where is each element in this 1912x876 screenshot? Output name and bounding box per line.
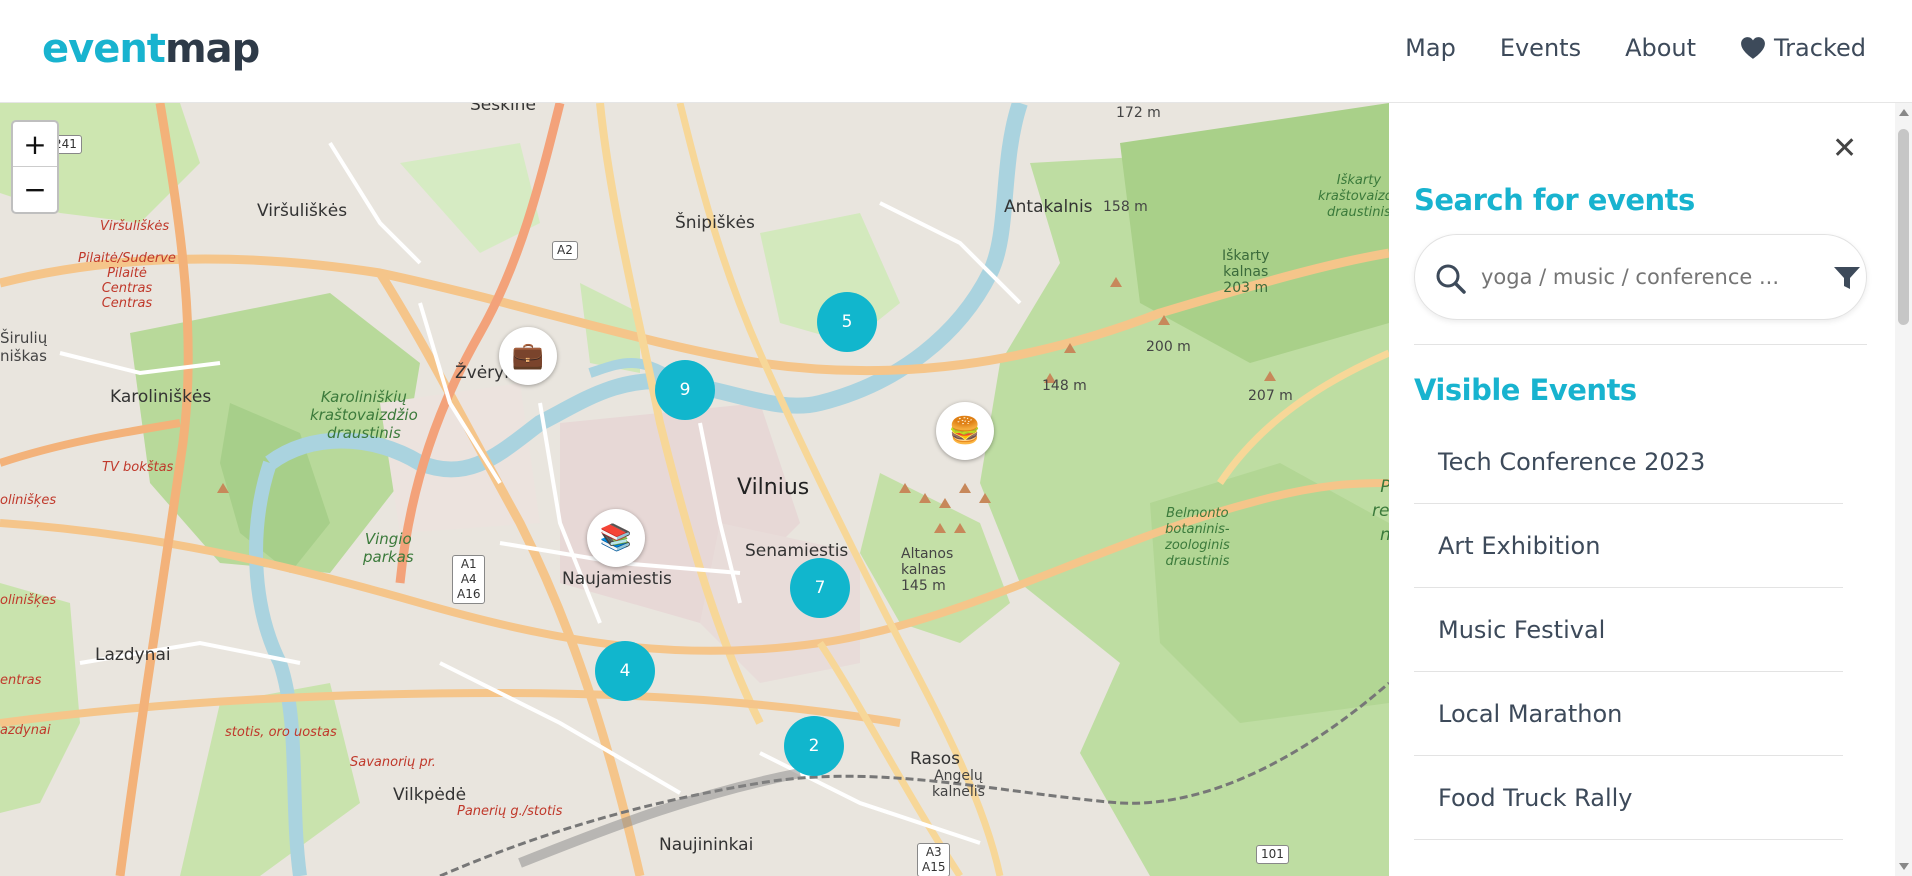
map-label-iskarty: Iškarty kalnas 203 m <box>1222 248 1270 296</box>
map-label-angelu: Angelų kalnelis <box>932 768 985 800</box>
map-label-edge-azdynai: azdynai <box>0 723 51 738</box>
books-event-marker[interactable]: 📚 <box>587 509 645 567</box>
burger-icon: 🍔 <box>948 416 982 446</box>
zoom-out-button[interactable]: − <box>13 167 57 212</box>
event-list-item[interactable]: Music Festival <box>1414 588 1843 672</box>
map-label-seskine: Šeškinė <box>470 103 536 115</box>
top-header: eventmap Map Events About Tracked <box>0 0 1912 103</box>
map-label-naujininkai: Naujininkai <box>659 835 754 855</box>
briefcase-event-marker[interactable]: 💼 <box>499 327 557 385</box>
map-label-karoliniskiu-park: Karoliniškių kraštovaizdžio draustinis <box>310 388 418 442</box>
zoom-control: + − <box>11 120 59 214</box>
map-label-148m: 148 m <box>1042 378 1087 394</box>
scroll-up-arrow-icon[interactable] <box>1899 109 1909 116</box>
map-label-vilnius: Vilnius <box>737 475 810 500</box>
main-nav: Map Events About Tracked <box>1405 34 1866 62</box>
logo-event: event <box>42 26 166 72</box>
books-icon: 📚 <box>599 523 633 553</box>
scrollbar-thumb[interactable] <box>1898 129 1909 325</box>
map-label-snipiskes: Šnipiškės <box>675 213 755 233</box>
road-shield-a3: A3 A15 <box>917 843 951 876</box>
map-label-200m: 200 m <box>1146 339 1191 355</box>
filter-icon[interactable] <box>1833 265 1861 291</box>
cluster-marker[interactable]: 4 <box>595 641 655 701</box>
search-input[interactable] <box>1481 257 1801 297</box>
map-label-pilaite: Pilaitė/Suderve Pilaitė Centras Centras <box>78 251 176 311</box>
map-label-karoliniskes: Karoliniškės <box>110 387 212 407</box>
map-view[interactable]: Vilnius Senamiestis Naujamiestis Šnipišk… <box>0 103 1389 876</box>
map-label-paneriu: Panerių g./stotis <box>457 804 563 819</box>
sidebar-scrollbar[interactable] <box>1895 103 1912 876</box>
map-label-savanoriu: Savanorių pr. <box>350 755 436 770</box>
map-label-158m: 158 m <box>1103 199 1148 215</box>
road-shield-101: 101 <box>1256 845 1289 864</box>
map-label-virsuliskes: Viršuliškės <box>257 201 348 221</box>
close-icon[interactable]: ✕ <box>1832 131 1857 166</box>
search-box <box>1414 234 1867 320</box>
nav-events-link[interactable]: Events <box>1500 34 1581 62</box>
nav-about-link[interactable]: About <box>1625 34 1696 62</box>
event-list-item[interactable]: Local Marathon <box>1414 672 1843 756</box>
food-event-marker[interactable]: 🍔 <box>936 402 994 460</box>
map-label-belmonto: Belmonto botaninis- zoologinis draustini… <box>1165 506 1230 569</box>
map-label-edge-park: P rec n <box>1372 477 1389 545</box>
nav-tracked-link[interactable]: Tracked <box>1740 34 1866 62</box>
cluster-marker[interactable]: 5 <box>817 292 877 352</box>
event-list-item[interactable]: Tech Conference 2023 <box>1414 420 1843 504</box>
logo-map: map <box>164 26 260 72</box>
map-label-rasos: Rasos <box>910 749 960 769</box>
event-list-item[interactable]: Art Exhibition <box>1414 504 1843 588</box>
logo[interactable]: eventmap <box>42 26 260 72</box>
map-label-edge-entras: entras <box>0 673 42 688</box>
map-label-stotis: stotis, oro uostas <box>225 725 337 740</box>
map-label-207m: 207 m <box>1248 388 1293 404</box>
visible-events-heading: Visible Events <box>1414 373 1637 407</box>
briefcase-icon: 💼 <box>511 341 545 371</box>
zoom-in-button[interactable]: + <box>13 122 57 167</box>
road-shield-a2: A2 <box>552 241 578 260</box>
map-label-vingio-parkas: Vingio parkas <box>363 530 414 566</box>
nav-map-link[interactable]: Map <box>1405 34 1456 62</box>
map-label-antakalnis: Antakalnis <box>1004 197 1093 217</box>
map-label-tv-tower: TV bokštas <box>102 460 174 475</box>
map-label-altanos: Altanos kalnas 145 m <box>901 546 954 594</box>
scroll-down-arrow-icon[interactable] <box>1899 863 1909 870</box>
cluster-marker[interactable]: 2 <box>784 716 844 776</box>
search-heading: Search for events <box>1414 183 1695 217</box>
cluster-marker[interactable]: 7 <box>790 558 850 618</box>
map-label-virsuliskes-stop: Viršuliškės <box>100 219 170 234</box>
map-label-sirulu: Širulių niškas <box>0 329 48 365</box>
search-icon <box>1436 264 1466 294</box>
map-label-edge-olin: olinišķes <box>0 493 57 508</box>
road-shield-a1: A1 A4 A16 <box>452 555 486 604</box>
section-divider <box>1414 344 1867 345</box>
map-label-senamiestis: Senamiestis <box>745 541 849 561</box>
map-label-iskarty-draustinis: Iškarty kraštovaizdž draustinis <box>1318 173 1389 220</box>
map-label-naujamiestis: Naujamiestis <box>562 569 672 589</box>
map-label-edge-olin-2: olinišķes <box>0 593 57 608</box>
map-label-172m: 172 m <box>1116 105 1161 121</box>
events-list: Tech Conference 2023 Art Exhibition Musi… <box>1414 420 1843 840</box>
heart-icon <box>1741 37 1765 59</box>
event-list-item[interactable]: Food Truck Rally <box>1414 756 1843 840</box>
map-label-vilkpede: Vilkpėdė <box>393 785 467 805</box>
nav-tracked-label: Tracked <box>1774 34 1866 62</box>
map-label-lazdynai: Lazdynai <box>95 645 171 665</box>
search-sidebar: ✕ Search for events Visible Events Tech … <box>1389 103 1912 876</box>
cluster-marker[interactable]: 9 <box>655 360 715 420</box>
